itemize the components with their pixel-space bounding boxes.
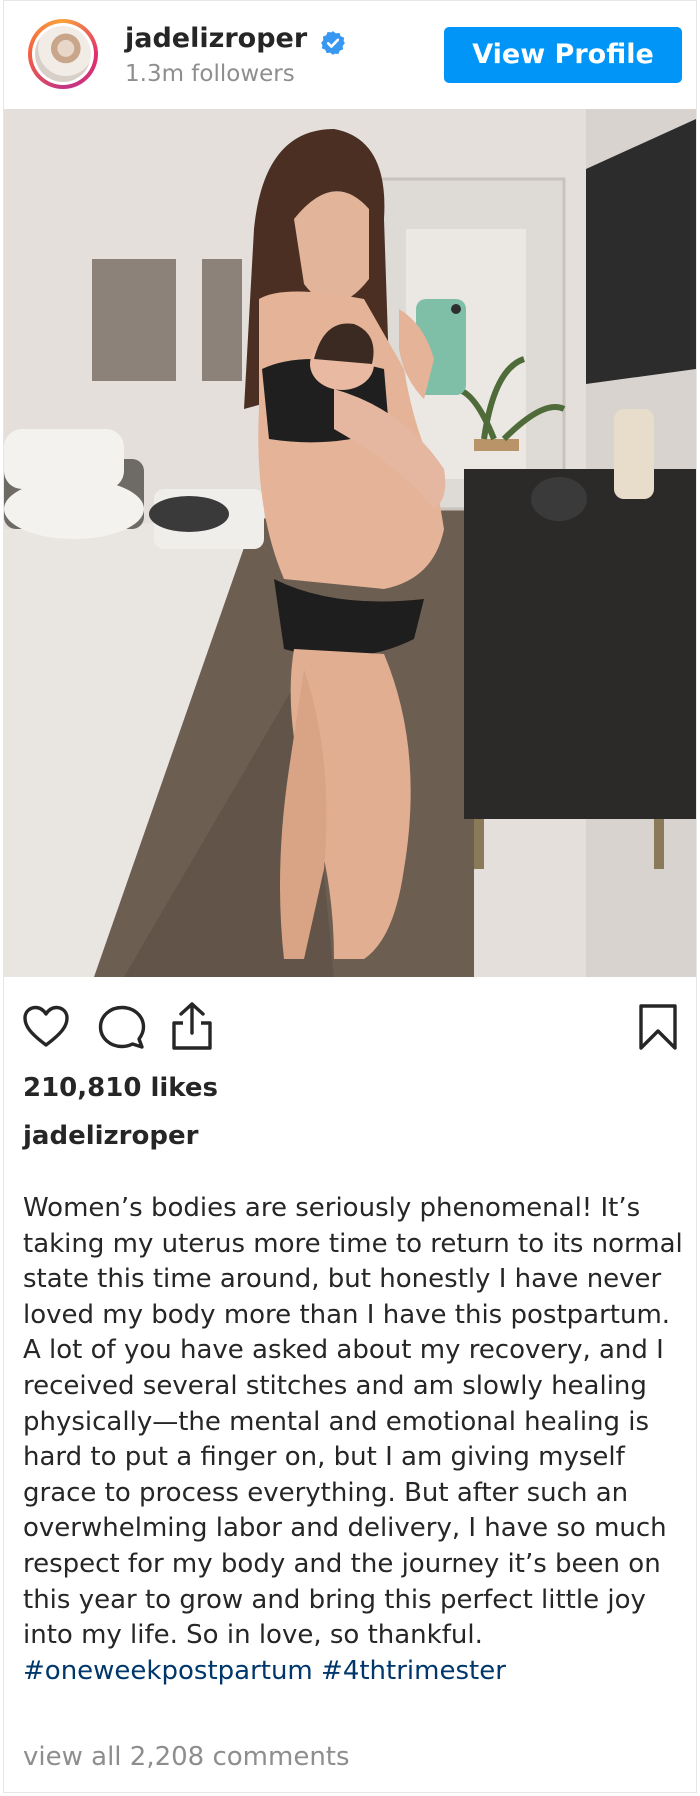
follower-count: 1.3m followers xyxy=(125,61,295,87)
hashtag-link[interactable]: #4thtrimester xyxy=(321,1656,506,1686)
view-profile-button[interactable]: View Profile xyxy=(444,27,682,83)
caption-text: Women’s bodies are seriously phenomenal!… xyxy=(23,1193,683,1651)
comment-bubble-icon[interactable] xyxy=(98,1005,146,1051)
post-card: jadelizroper 1.3m followers View Profile xyxy=(3,0,697,1793)
post-actions xyxy=(4,1001,696,1061)
share-icon[interactable] xyxy=(170,1001,214,1051)
bookmark-icon[interactable] xyxy=(638,1003,678,1051)
post-caption: Women’s bodies are seriously phenomenal!… xyxy=(23,1191,687,1689)
post-photo[interactable] xyxy=(4,109,696,977)
post-photo-illustration xyxy=(4,109,696,977)
avatar[interactable] xyxy=(28,19,98,89)
heart-icon[interactable] xyxy=(22,1005,70,1049)
username[interactable]: jadelizroper xyxy=(125,23,307,54)
verified-badge-icon xyxy=(321,31,345,55)
caption-username[interactable]: jadelizroper xyxy=(23,1121,198,1151)
hashtag-link[interactable]: #oneweekpostpartum xyxy=(23,1656,313,1686)
view-comments-link[interactable]: view all 2,208 comments xyxy=(23,1742,350,1772)
like-count[interactable]: 210,810 likes xyxy=(23,1073,218,1103)
post-header: jadelizroper 1.3m followers View Profile xyxy=(4,1,696,109)
